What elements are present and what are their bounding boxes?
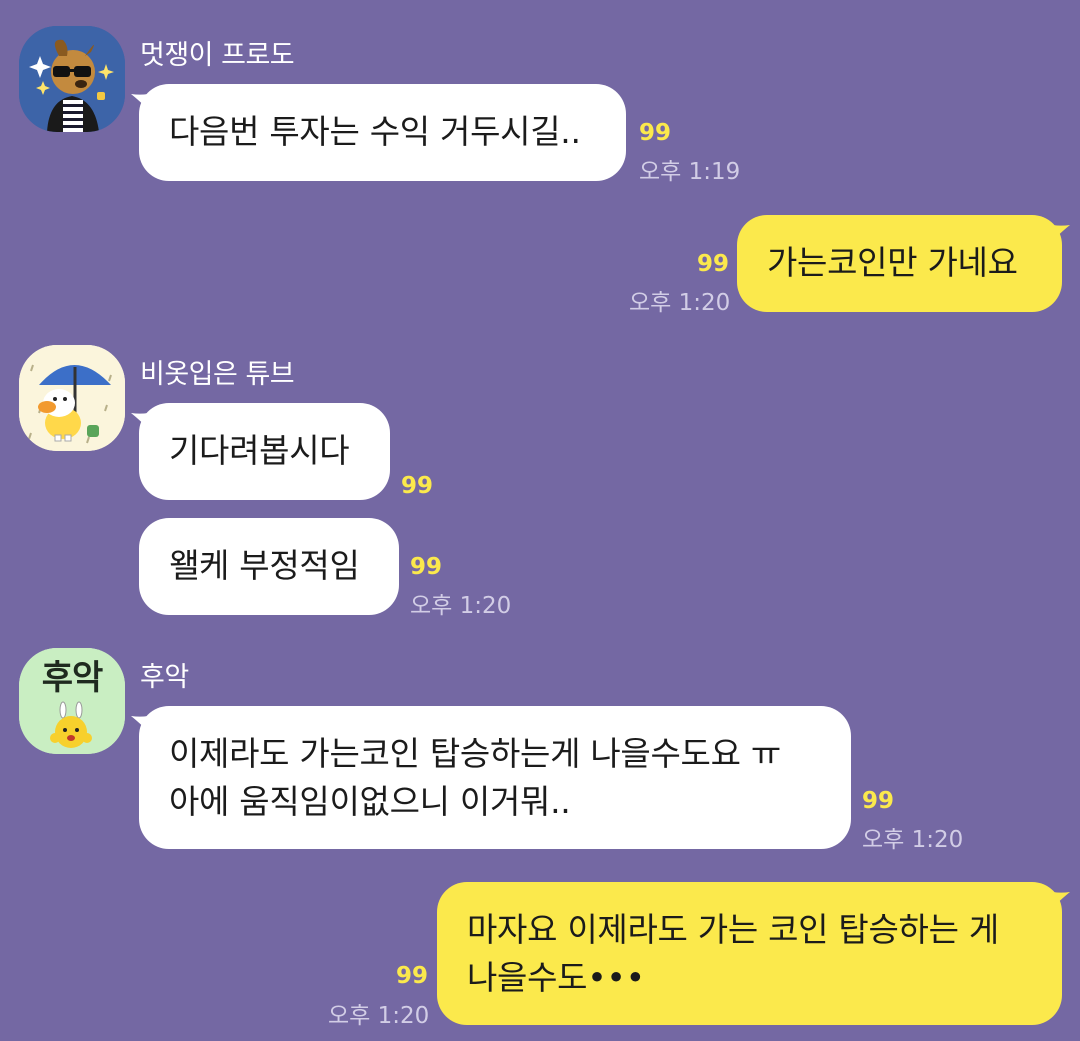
frodo-dog-with-sunglasses-icon — [19, 26, 125, 132]
message-text-line: 이제라도 가는코인 탑승하는게 나을수도요 ㅠ — [169, 734, 781, 773]
message-time: 오후 1:20 — [862, 827, 964, 853]
unread-count: 99 — [639, 120, 672, 146]
message-bubble[interactable]: 기다려봅시다 — [131, 403, 390, 500]
unread-count: 99 — [401, 473, 434, 499]
message-text-line: 마자요 이제라도 가는 코인 탑승하는 게 — [467, 910, 999, 949]
message-bubble-outgoing[interactable]: 가는코인만 가네요 — [737, 215, 1070, 312]
frodo-avatar[interactable] — [19, 26, 125, 132]
bubble-tail-icon — [131, 411, 155, 435]
unread-count: 99 — [410, 554, 443, 580]
message-text-line: 나을수도••• — [467, 958, 645, 997]
message-text: 가는코인만 가네요 — [767, 243, 1018, 282]
tube-duck-with-umbrella-icon — [19, 345, 125, 451]
message-text: 왤케 부정적임 — [169, 546, 360, 585]
message-time: 오후 1:19 — [639, 159, 741, 185]
message-time: 오후 1:20 — [629, 290, 731, 316]
bubble-tail-icon — [1046, 890, 1070, 914]
bubble-tail-icon — [1046, 223, 1070, 247]
message-text: 기다려봅시다 — [169, 431, 350, 470]
huak-avatar[interactable]: 후악 — [19, 648, 125, 754]
message-time: 오후 1:20 — [410, 593, 512, 619]
unread-count: 99 — [862, 788, 895, 814]
message-text-line: 아에 움직임이없으니 이거뭐.. — [169, 782, 571, 821]
message-bubble[interactable]: 다음번 투자는 수익 거두시길.. — [131, 84, 626, 181]
bubble-tail-icon — [131, 92, 155, 116]
sender-name: 비옷입은 튜브 — [140, 359, 295, 390]
bubble-tail-icon — [131, 714, 155, 738]
message-text: 다음번 투자는 수익 거두시길.. — [169, 112, 581, 151]
unread-count: 99 — [396, 963, 429, 989]
message-bubble-outgoing[interactable]: 마자요 이제라도 가는 코인 탑승하는 게 나을수도••• — [437, 882, 1070, 1025]
message-bubble[interactable]: 이제라도 가는코인 탑승하는게 나을수도요 ㅠ 아에 움직임이없으니 이거뭐.. — [131, 706, 851, 849]
avatar-text: 후악 — [41, 658, 104, 698]
sender-name: 후악 — [140, 662, 189, 693]
unread-count: 99 — [697, 251, 730, 277]
sender-name: 멋쟁이 프로도 — [140, 40, 295, 71]
message-bubble[interactable]: 왤케 부정적임 — [139, 518, 399, 615]
message-time: 오후 1:20 — [328, 1003, 430, 1029]
tube-avatar[interactable] — [19, 345, 125, 451]
